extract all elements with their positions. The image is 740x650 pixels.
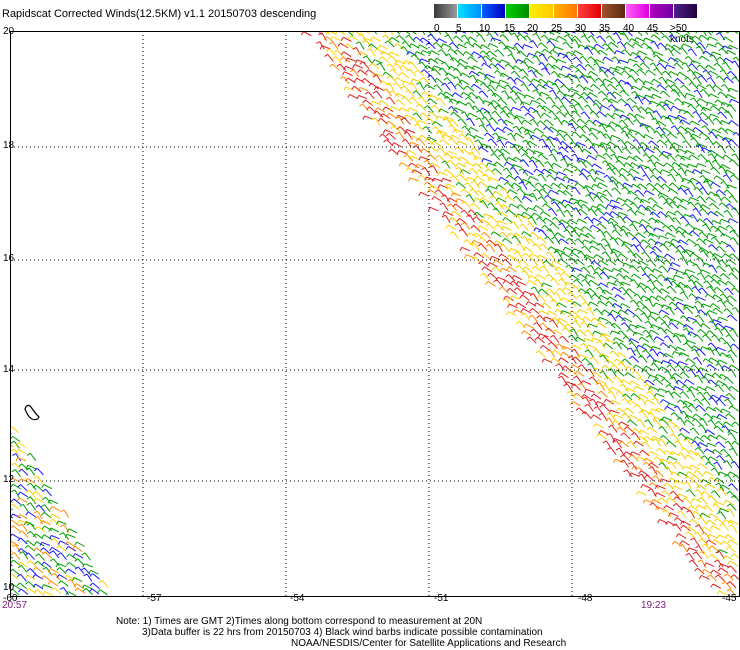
lon-label: -54 xyxy=(290,593,305,604)
lon-label: -48 xyxy=(578,593,593,604)
legend-swatch-40-45 xyxy=(626,4,650,18)
lon-label: -45 xyxy=(722,593,737,604)
lat-label: 14 xyxy=(3,364,15,375)
legend-swatch-20-25 xyxy=(530,4,554,18)
lat-label: 10 xyxy=(3,582,15,593)
lat-label: 16 xyxy=(3,253,15,264)
legend-swatch-5-10 xyxy=(458,4,482,18)
lat-lon-grid xyxy=(10,31,740,597)
lat-label: 12 xyxy=(3,474,15,485)
lon-label: -57 xyxy=(147,593,162,604)
note-line-3: NOAA/NESDIS/Center for Satellite Applica… xyxy=(291,638,567,649)
legend-swatch-25-30 xyxy=(554,4,578,18)
map-frame xyxy=(10,31,740,597)
legend-swatch-45-50 xyxy=(650,4,674,18)
wind-speed-legend: 0 5 10 15 20 25 30 35 40 45 >50 knots xyxy=(434,4,698,45)
wind-barb-map xyxy=(10,31,740,597)
wind-map-figure: Rapidscat Corrected Winds(12.5KM) v1.1 2… xyxy=(0,0,740,650)
note-line-2: 3)Data buffer is 22 hrs from 20150703 4)… xyxy=(142,627,543,638)
swath-time-left: 20:57 xyxy=(2,600,28,611)
legend-swatch-15-20 xyxy=(506,4,530,18)
legend-swatch-50-plus xyxy=(674,4,698,18)
lon-label: -51 xyxy=(434,593,449,604)
legend-swatch-0-5 xyxy=(434,4,458,18)
wind-barb-swaths xyxy=(10,31,740,597)
island-outline xyxy=(24,404,40,421)
legend-swatch-30-35 xyxy=(578,4,602,18)
legend-swatch-10-15 xyxy=(482,4,506,18)
lat-label: 20 xyxy=(3,26,15,37)
map-title: Rapidscat Corrected Winds(12.5KM) v1.1 2… xyxy=(2,8,317,20)
note-line-1: Note: 1) Times are GMT 2)Times along bot… xyxy=(116,616,483,627)
lat-label: 18 xyxy=(3,140,15,151)
swath-time-right: 19:23 xyxy=(641,600,667,611)
legend-swatch-35-40 xyxy=(602,4,626,18)
